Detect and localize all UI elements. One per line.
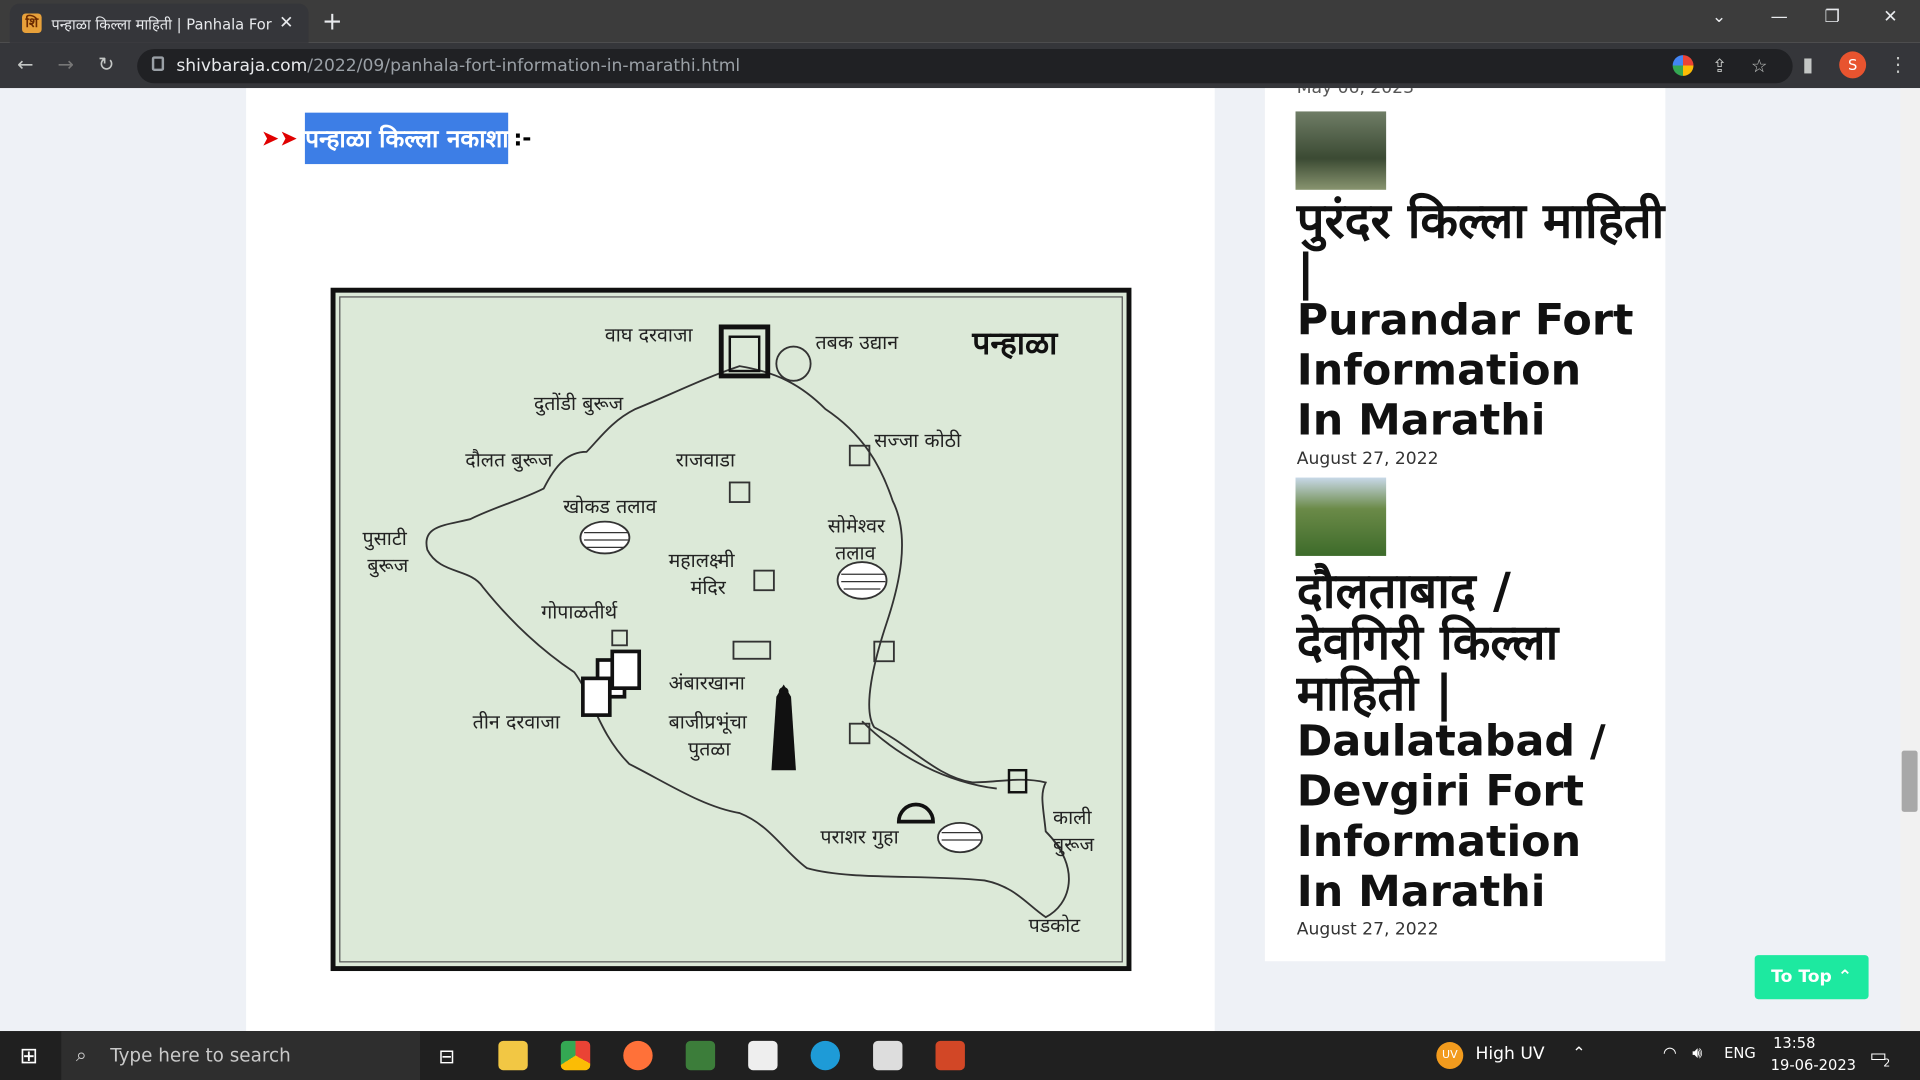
map-title: पन्हाळा xyxy=(971,324,1059,362)
map-label: खोकड तलाव xyxy=(563,495,657,518)
post-title-english[interactable]: Daulatabad / Devgiri Fort Information In… xyxy=(1297,718,1640,919)
map-label: दुतोंडी बुरूज xyxy=(534,392,624,416)
clapper-app-icon[interactable] xyxy=(748,1040,778,1071)
article-content: ➤➤ पन्हाळा किल्ला नकाशा :- पन्हाळा वाघ द… xyxy=(246,88,1215,1032)
new-tab-button[interactable]: + xyxy=(322,6,343,35)
browser-tab[interactable]: शि पन्हाळा किल्ला माहिती | Panhala For ✕ xyxy=(9,3,309,43)
close-tab-icon[interactable]: ✕ xyxy=(279,13,293,33)
heading-suffix: :- xyxy=(513,125,532,152)
close-window-button[interactable]: ✕ xyxy=(1883,7,1897,27)
map-label: सज्जा कोठी xyxy=(874,429,962,452)
google-lens-icon[interactable] xyxy=(1672,55,1694,76)
post-thumbnail[interactable] xyxy=(1295,111,1387,190)
map-label: महालक्ष्मी xyxy=(669,549,736,572)
map-label: मंदिर xyxy=(691,576,727,599)
profile-avatar[interactable]: S xyxy=(1839,51,1867,79)
search-icon: ⌕ xyxy=(75,1043,87,1067)
site-favicon-icon: शि xyxy=(22,13,42,34)
post-title-marathi[interactable]: दौलताबाद / देवगिरी किल्ला माहिती | xyxy=(1297,566,1652,720)
forward-icon[interactable]: → xyxy=(58,53,74,76)
post-date: August 27, 2022 xyxy=(1296,919,1439,940)
post-date: May 06, 2023 xyxy=(1296,88,1414,98)
edge-icon[interactable] xyxy=(810,1040,841,1071)
map-label: काली xyxy=(1053,806,1092,829)
map-label: अंबारखाना xyxy=(669,671,746,694)
url-text: shivbaraja.com/2022/09/panhala-fort-info… xyxy=(176,56,741,76)
image-app-icon[interactable] xyxy=(685,1040,716,1071)
tab-title: पन्हाळा किल्ला माहिती | Panhala For xyxy=(51,15,272,33)
file-explorer-icon[interactable] xyxy=(498,1040,528,1071)
web-page: ➤➤ पन्हाळा किल्ला नकाशा :- पन्हाळा वाघ द… xyxy=(0,88,1920,1032)
search-placeholder: Type here to search xyxy=(110,1044,291,1067)
map-label: राजवाडा xyxy=(676,449,736,472)
post-title-marathi[interactable]: पुरंदर किल्ला माहिती | xyxy=(1297,196,1666,299)
map-label: पडकोट xyxy=(1029,914,1082,937)
firefox-icon[interactable] xyxy=(623,1040,653,1071)
powerpoint-icon[interactable] xyxy=(935,1040,965,1071)
selected-heading-text[interactable]: पन्हाळा किल्ला नकाशा xyxy=(305,112,509,165)
map-heading: ➤➤ पन्हाळा किल्ला नकाशा :- xyxy=(260,112,532,165)
post-thumbnail[interactable] xyxy=(1295,477,1387,556)
map-label: बुरूज xyxy=(367,554,408,578)
map-label: तीन दरवाजा xyxy=(473,711,561,734)
clock-date[interactable]: 19-06-2023 xyxy=(1771,1057,1856,1074)
uv-weather-icon[interactable]: UV xyxy=(1436,1042,1464,1069)
post-title-english[interactable]: Purandar Fort Information In Marathi xyxy=(1297,296,1640,447)
map-label: वाघ दरवाजा xyxy=(605,324,694,347)
bookmark-star-icon[interactable]: ☆ xyxy=(1751,55,1767,77)
side-panel-icon[interactable]: ▮ xyxy=(1802,53,1813,76)
map-label: तलाव xyxy=(835,542,877,565)
back-icon[interactable]: ← xyxy=(17,53,33,76)
post-date: August 27, 2022 xyxy=(1296,449,1439,469)
clock-time[interactable]: 13:58 xyxy=(1773,1035,1815,1052)
map-label: पुतळा xyxy=(688,738,731,762)
browser-toolbar: ← → ↻ shivbaraja.com/2022/09/panhala-for… xyxy=(0,42,1920,89)
language-indicator[interactable]: ENG xyxy=(1724,1044,1756,1061)
map-label: गोपाळतीर्थ xyxy=(541,600,618,623)
share-icon[interactable]: ⇪ xyxy=(1712,55,1727,77)
to-top-button[interactable]: To Top ⌃ xyxy=(1754,955,1869,1000)
map-label: बुरूज xyxy=(1053,833,1094,857)
notification-count: 2 xyxy=(1883,1057,1891,1071)
mail-icon[interactable] xyxy=(873,1040,903,1071)
minimize-button[interactable]: — xyxy=(1771,7,1788,27)
volume-icon[interactable]: 🔊︎ xyxy=(1692,1044,1702,1062)
wifi-icon[interactable]: ◠ xyxy=(1663,1044,1677,1062)
panhala-fort-map: पन्हाळा वाघ दरवाजा तबक उद्यान दुतोंडी बु… xyxy=(330,287,1132,972)
page-scrollbar[interactable] xyxy=(1900,88,1920,1032)
recent-posts-sidebar: May 06, 2023 पुरंदर किल्ला माहिती | Pura… xyxy=(1264,88,1666,962)
tab-search-icon[interactable]: ⌄ xyxy=(1712,7,1726,27)
fort-map-drawing: पन्हाळा वाघ दरवाजा तबक उद्यान दुतोंडी बु… xyxy=(362,324,1094,937)
taskbar-search-box[interactable]: ⌕ Type here to search xyxy=(61,1031,421,1080)
map-label: तबक उद्यान xyxy=(816,331,900,354)
windows-start-icon[interactable]: ⊞ xyxy=(20,1043,38,1069)
reload-icon[interactable]: ↻ xyxy=(98,53,114,76)
address-bar[interactable]: shivbaraja.com/2022/09/panhala-fort-info… xyxy=(137,48,1793,84)
lock-icon[interactable] xyxy=(151,56,165,72)
map-label: दौलत बुरूज xyxy=(465,449,553,473)
scrollbar-thumb[interactable] xyxy=(1901,750,1918,812)
task-view-icon[interactable]: ⊟ xyxy=(438,1044,454,1067)
double-arrow-icon: ➤➤ xyxy=(260,125,298,152)
browser-tab-strip: शि पन्हाळा किल्ला माहिती | Panhala For ✕… xyxy=(0,0,1920,43)
chrome-icon[interactable] xyxy=(560,1040,591,1071)
map-label: पुसाटी xyxy=(362,527,407,551)
restore-button[interactable]: ❐ xyxy=(1825,7,1840,27)
tray-chevron-icon[interactable]: ⌃ xyxy=(1572,1044,1585,1062)
map-label: सोमेश्वर xyxy=(828,515,886,538)
windows-taskbar: ⊞ ⌕ Type here to search ⊟ UV High UV ⌃ ◠… xyxy=(0,1031,1920,1080)
weather-text[interactable]: High UV xyxy=(1476,1044,1545,1064)
map-label: बाजीप्रभूंचा xyxy=(669,711,748,735)
map-label: पराशर गुहा xyxy=(820,826,899,850)
menu-icon[interactable]: ⋮ xyxy=(1888,53,1908,76)
